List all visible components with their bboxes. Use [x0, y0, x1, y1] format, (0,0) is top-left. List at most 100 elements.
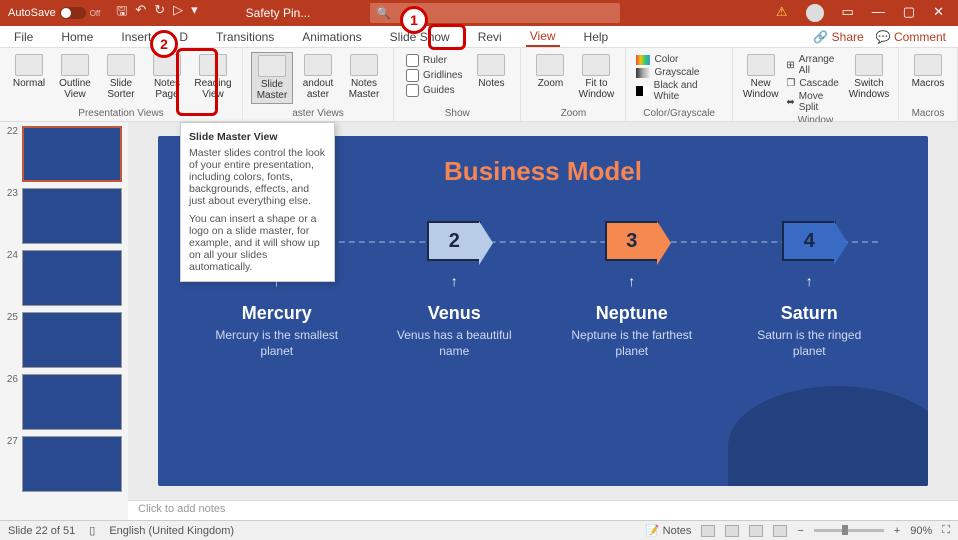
qat-more-icon[interactable]: ▾: [191, 2, 198, 24]
autosave-control[interactable]: AutoSave Off: [0, 7, 108, 19]
group-label: Color/Grayscale: [643, 108, 715, 119]
step-3-desc[interactable]: Neptune is the farthest planet: [562, 328, 702, 359]
tab-view[interactable]: View: [526, 27, 560, 47]
zoom-value[interactable]: 90%: [910, 525, 932, 537]
guides-checkbox[interactable]: Guides: [406, 84, 462, 97]
notes-toggle[interactable]: 📝 Notes: [646, 524, 692, 537]
reading-view-icon[interactable]: [749, 525, 763, 537]
fit-slide-icon[interactable]: ⛶: [942, 524, 950, 537]
slide-thumbnails[interactable]: 22 23 24 25 26 27: [0, 122, 128, 520]
arrange-all-button[interactable]: ⊞ Arrange All: [786, 54, 842, 76]
switch-windows-button[interactable]: Switch Windows: [848, 52, 890, 115]
ribbon-tabs: File Home Insert D Transitions Animation…: [0, 26, 958, 48]
group-master-views: Slide Master andout aster Notes Master a…: [243, 48, 394, 121]
zoom-in-icon[interactable]: +: [894, 525, 900, 537]
move-split-button[interactable]: ⬌ Move Split: [786, 91, 842, 113]
macros-button[interactable]: Macros: [907, 52, 949, 91]
thumb-26[interactable]: [22, 374, 122, 430]
step-4-name[interactable]: Saturn: [781, 303, 838, 324]
group-zoom: Zoom Fit to Window Zoom: [521, 48, 626, 121]
ribbon-options-icon[interactable]: ▭: [842, 4, 854, 22]
group-label: aster Views: [292, 108, 344, 119]
group-label: Presentation Views: [78, 108, 163, 119]
step-1-name[interactable]: Mercury: [242, 303, 312, 324]
normal-view-icon[interactable]: [701, 525, 715, 537]
tab-animations[interactable]: Animations: [298, 28, 365, 46]
zoom-button[interactable]: Zoom: [529, 52, 571, 102]
document-title[interactable]: Safety Pin...: [246, 6, 311, 20]
tab-review[interactable]: Revi: [474, 28, 506, 46]
step-1-desc[interactable]: Mercury is the smallest planet: [207, 328, 347, 359]
quick-access-toolbar: 🖫 ↶ ↻ ▷ ▾: [108, 2, 205, 24]
thumb-23[interactable]: [22, 188, 122, 244]
close-icon[interactable]: ✕: [933, 4, 944, 22]
search-icon: 🔍: [376, 6, 391, 20]
step-2-shape[interactable]: 2: [427, 221, 481, 261]
title-bar: AutoSave Off 🖫 ↶ ↻ ▷ ▾ Safety Pin... 🔍 ⚠…: [0, 0, 958, 26]
tooltip-p1: Master slides control the look of your e…: [189, 147, 326, 207]
normal-button[interactable]: Normal: [8, 52, 50, 102]
notes-pane[interactable]: Click to add notes: [128, 500, 958, 520]
undo-icon[interactable]: ↶: [135, 2, 146, 24]
cascade-button[interactable]: ❐ Cascade: [786, 78, 842, 89]
user-avatar[interactable]: [806, 4, 824, 22]
notes-master-button[interactable]: Notes Master: [343, 52, 385, 104]
step-2-name[interactable]: Venus: [428, 303, 481, 324]
group-window: New Window ⊞ Arrange All ❐ Cascade ⬌ Mov…: [733, 48, 899, 121]
start-from-beginning-icon[interactable]: ▷: [173, 2, 183, 24]
step-4-shape[interactable]: 4: [782, 221, 836, 261]
group-macros: Macros Macros: [899, 48, 958, 121]
group-label: Show: [445, 108, 470, 119]
group-show: Ruler Gridlines Guides Notes Show: [394, 48, 521, 121]
step-3-shape[interactable]: 3: [605, 221, 659, 261]
thumb-22[interactable]: [22, 126, 122, 182]
slide-sorter-button[interactable]: Slide Sorter: [100, 52, 142, 102]
maximize-icon[interactable]: ▢: [903, 4, 915, 22]
callout-2: 2: [150, 30, 178, 58]
autosave-toggle[interactable]: [60, 7, 86, 19]
handout-master-button[interactable]: andout aster: [297, 52, 339, 104]
tab-help[interactable]: Help: [580, 28, 613, 46]
fit-to-window-button[interactable]: Fit to Window: [575, 52, 617, 102]
redo-icon[interactable]: ↻: [154, 2, 165, 24]
tab-home[interactable]: Home: [57, 28, 97, 46]
new-window-button[interactable]: New Window: [741, 52, 781, 115]
black-white-button[interactable]: Black and White: [636, 80, 721, 102]
gridlines-checkbox[interactable]: Gridlines: [406, 69, 462, 82]
autosave-state: Off: [90, 9, 101, 18]
tab-transitions[interactable]: Transitions: [212, 28, 278, 46]
sorter-view-icon[interactable]: [725, 525, 739, 537]
slideshow-view-icon[interactable]: [773, 525, 787, 537]
outline-view-button[interactable]: Outline View: [54, 52, 96, 102]
autosave-label: AutoSave: [8, 7, 56, 19]
tooltip-p2: You can insert a shape or a logo on a sl…: [189, 213, 326, 273]
zoom-out-icon[interactable]: −: [797, 525, 803, 537]
thumb-24[interactable]: [22, 250, 122, 306]
thumb-27[interactable]: [22, 436, 122, 492]
group-label: Zoom: [561, 108, 587, 119]
accessibility-icon[interactable]: ▯: [89, 524, 95, 537]
comment-button[interactable]: 💬 Comment: [876, 30, 946, 44]
thumb-25[interactable]: [22, 312, 122, 368]
tooltip-title: Slide Master View: [189, 131, 326, 143]
step-4-desc[interactable]: Saturn is the ringed planet: [739, 328, 879, 359]
wave-decoration: [728, 386, 928, 486]
zoom-slider[interactable]: [814, 529, 884, 532]
tooltip-slide-master: Slide Master View Master slides control …: [180, 122, 335, 282]
callout-box-view: [428, 24, 466, 50]
step-3-name[interactable]: Neptune: [596, 303, 668, 324]
language-label[interactable]: English (United Kingdom): [109, 525, 234, 537]
ruler-checkbox[interactable]: Ruler: [406, 54, 462, 67]
notes-button[interactable]: Notes: [470, 52, 512, 99]
grayscale-button[interactable]: Grayscale: [636, 67, 721, 78]
status-bar: Slide 22 of 51 ▯ English (United Kingdom…: [0, 520, 958, 540]
color-button[interactable]: Color: [636, 54, 721, 65]
slide-counter[interactable]: Slide 22 of 51: [8, 525, 75, 537]
tab-file[interactable]: File: [10, 28, 37, 46]
minimize-icon[interactable]: —: [872, 4, 885, 22]
warning-icon[interactable]: ⚠: [776, 4, 788, 22]
save-icon[interactable]: 🖫: [116, 2, 127, 24]
slide-master-button[interactable]: Slide Master: [251, 52, 293, 104]
share-button[interactable]: 🔗 Share: [813, 30, 863, 44]
step-2-desc[interactable]: Venus has a beautiful name: [384, 328, 524, 359]
